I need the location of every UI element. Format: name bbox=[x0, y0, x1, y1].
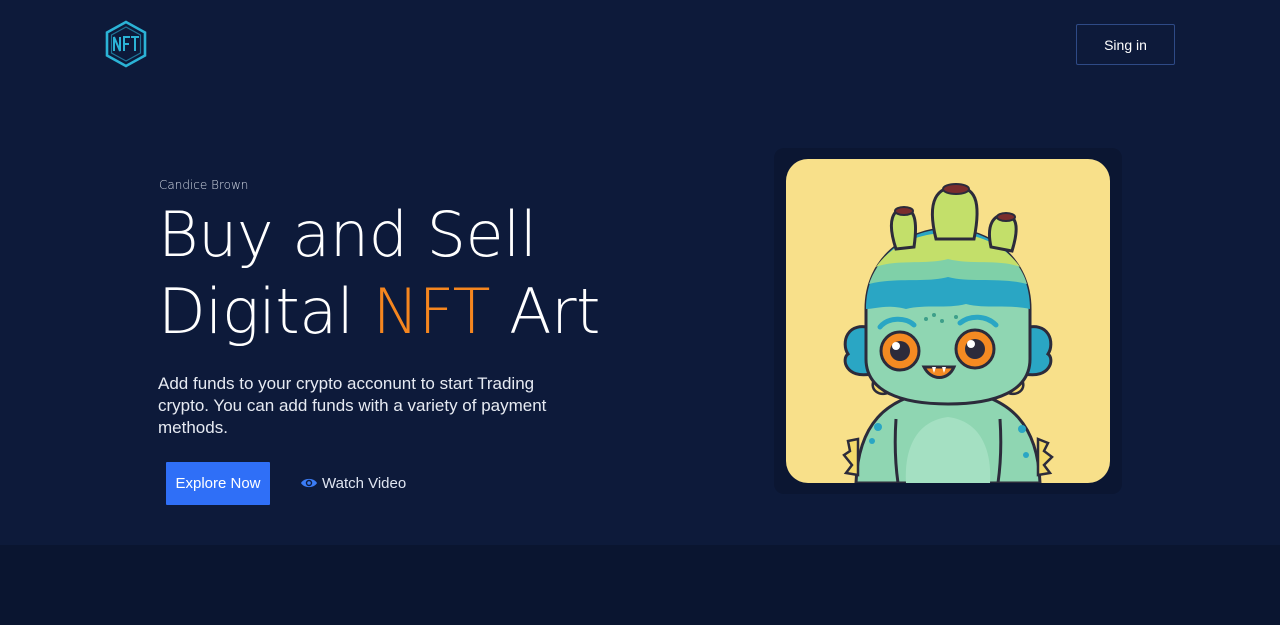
eye-icon bbox=[301, 478, 317, 488]
signin-button[interactable]: Sing in bbox=[1076, 24, 1175, 65]
fish-creature-illustration bbox=[842, 183, 1054, 483]
hero-headline: Buy and Sell Digital NFT Art bbox=[158, 196, 600, 350]
page: Sing in Candice Brown Buy and Sell Digit… bbox=[0, 0, 1280, 625]
nft-artwork-image[interactable] bbox=[786, 159, 1110, 483]
headline-line-2-prefix: Digital bbox=[158, 275, 373, 348]
headline-line-1: Buy and Sell bbox=[158, 198, 537, 271]
hexagon-logo-icon bbox=[105, 20, 147, 68]
headline-line-2-suffix: Art bbox=[489, 275, 600, 348]
author-name: Candice Brown bbox=[159, 178, 249, 192]
hero-description: Add funds to your crypto acconunt to sta… bbox=[158, 374, 547, 437]
watch-video-label: Watch Video bbox=[322, 474, 407, 492]
explore-now-button[interactable]: Explore Now bbox=[166, 462, 270, 505]
headline-accent: NFT bbox=[372, 275, 491, 348]
header: Sing in bbox=[0, 0, 1280, 90]
watch-video-link[interactable]: Watch Video bbox=[300, 472, 406, 494]
nft-logo[interactable] bbox=[104, 20, 148, 68]
